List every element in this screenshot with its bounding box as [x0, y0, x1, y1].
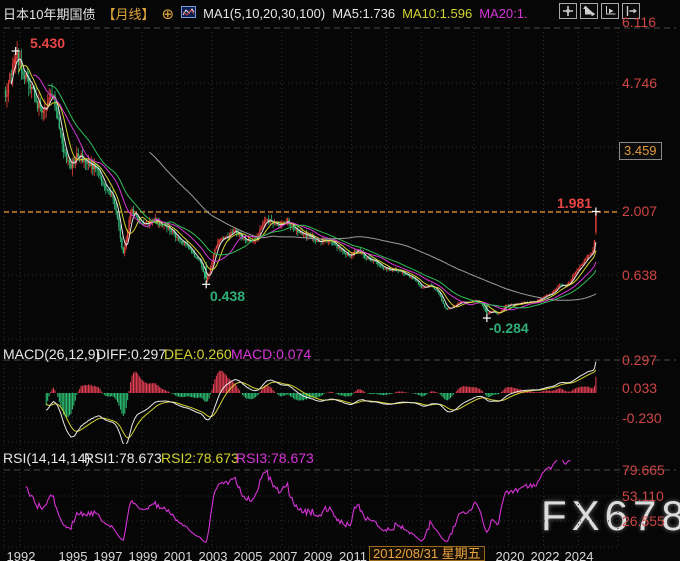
x-axis-tick: 2011: [339, 549, 367, 561]
macd-axis-tick: 0.297: [622, 352, 658, 368]
rsi-axis-tick: 53.110: [622, 488, 664, 504]
circle-plus-icon[interactable]: ⊕: [161, 5, 174, 23]
x-axis-tick: 1992: [6, 549, 36, 561]
price-axis-tick: 0.638: [622, 267, 658, 283]
axis-zoom-in-icon[interactable]: [580, 3, 598, 19]
crosshair-date-flag: 2012/08/31 星期五: [369, 546, 485, 561]
rsi-axis-tick: 26.555: [622, 513, 665, 529]
rsi2-value: RSI2:78.673: [161, 450, 239, 466]
chart-application: FX678 日本10年期国债 【月线】 ⊕ MA1(5,10,20,30,100…: [0, 0, 680, 561]
macd-dea-value: DEA:0.260: [164, 346, 232, 362]
price-axis-tick: 4.746: [622, 75, 658, 91]
pan-icon[interactable]: [559, 3, 577, 19]
x-axis-tick: 2005: [233, 549, 263, 561]
mini-chart-icon[interactable]: [181, 6, 197, 21]
x-axis-tick: 1999: [128, 549, 158, 561]
ma10-value: MA10:1.596: [402, 6, 473, 21]
x-axis-tick: 2022: [530, 549, 560, 561]
macd-params-label: MACD(26,12,9): [3, 346, 101, 362]
high-marker-label: 5.430: [30, 35, 66, 51]
rsi1-value: RSI1:78.673: [84, 450, 162, 466]
last-price-label: 1.981: [557, 195, 593, 211]
macd-diff-value: DIFF:0.297: [96, 346, 167, 362]
crosshair-price-flag: 3.459: [619, 142, 662, 160]
x-axis-tick: 2009: [303, 549, 333, 561]
rsi-axis-tick: 79.665: [622, 462, 665, 478]
ma20-value: MA20:1.: [479, 6, 528, 21]
x-axis-tick: 1997: [93, 549, 123, 561]
chart-header: 日本10年期国债 【月线】 ⊕ MA1(5,10,20,30,100) MA5:…: [3, 4, 535, 23]
instrument-title: 日本10年期国债: [3, 7, 96, 22]
macd-axis-tick: -0.230: [622, 410, 662, 426]
macd-value: MACD:0.074: [231, 346, 312, 362]
price-axis-tick: 2.007: [622, 203, 658, 219]
x-axis-tick: 2024: [564, 549, 594, 561]
x-axis-tick: 2020: [495, 549, 525, 561]
rsi3-value: RSI3:78.673: [236, 450, 314, 466]
low-marker-label: 0.438: [210, 288, 246, 304]
axis-zoom-out-icon[interactable]: [601, 3, 619, 19]
ma-params-label: MA1(5,10,20,30,100): [203, 6, 326, 21]
x-axis-tick: 1995: [58, 549, 88, 561]
price-axis-tick: 6.116: [622, 14, 656, 30]
low-marker-label: -0.284: [489, 320, 529, 336]
x-axis-tick: 2007: [268, 549, 298, 561]
macd-axis-tick: 0.033: [622, 380, 658, 396]
x-axis-tick: 2001: [163, 549, 193, 561]
x-axis-tick: 2003: [198, 549, 228, 561]
rsi-params-label: RSI(14,14,14): [3, 450, 91, 466]
timeframe-label[interactable]: 【月线】: [102, 4, 154, 23]
ma5-value: MA5:1.736: [332, 6, 396, 21]
candlestick-chart-canvas[interactable]: [0, 0, 680, 561]
